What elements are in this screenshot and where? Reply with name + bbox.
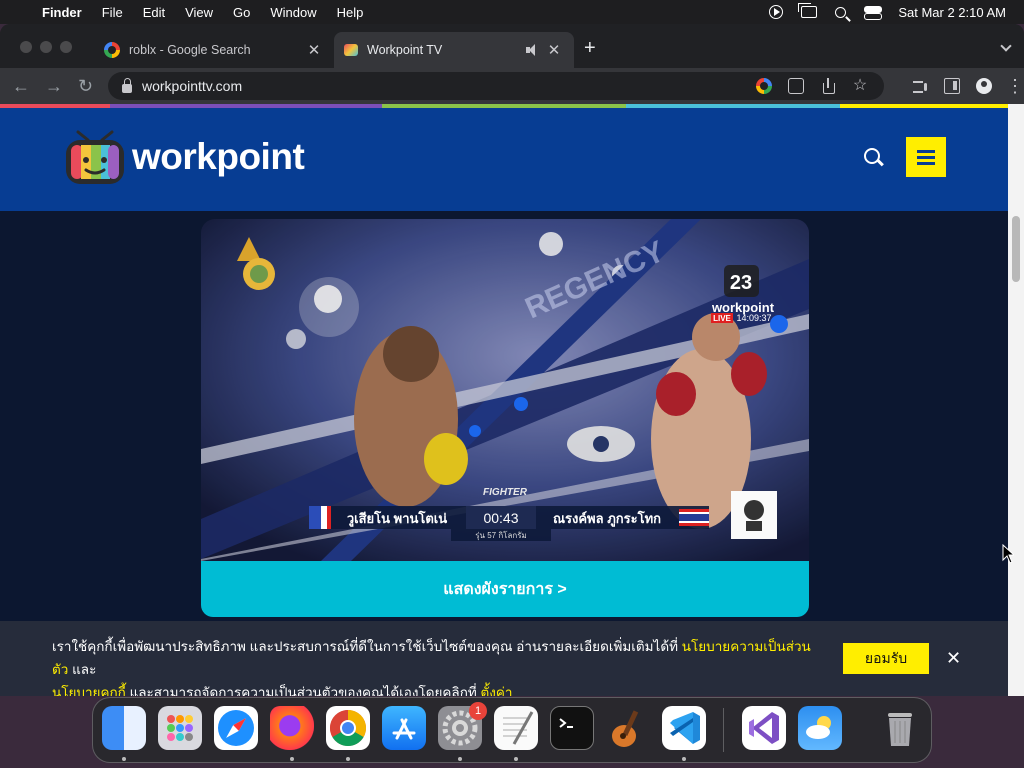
site-header: workpoint	[0, 108, 1008, 211]
browser-toolbar: ← → ↻ workpointtv.com ☆	[0, 68, 1024, 104]
running-indicator	[682, 757, 686, 761]
back-button[interactable]: ←	[12, 76, 30, 96]
channel-number: 23	[730, 272, 752, 294]
cookie-consent-banner: เราใช้คุกกี้เพื่อพัฒนาประสิทธิภาพ และประ…	[0, 621, 1008, 696]
hamburger-menu-button[interactable]	[906, 137, 946, 177]
cookie-text-part: เราใช้คุกกี้เพื่อพัฒนาประสิทธิภาพ และประ…	[52, 639, 682, 654]
firefox-icon[interactable]	[270, 706, 314, 750]
live-video-player[interactable]: REGENCY 23 workpoint LIVE 14:09:37 FIGHT…	[201, 219, 809, 561]
dock-separator	[723, 708, 724, 752]
menu-help[interactable]: Help	[327, 5, 374, 20]
bookmark-star-icon[interactable]: ☆	[852, 78, 868, 94]
fighter-left-name: วูเสียโน พานโตเน่	[347, 510, 447, 527]
cookie-settings-link[interactable]: ตั้งค่า	[481, 685, 513, 696]
live-label: LIVE	[713, 314, 731, 323]
search-icon[interactable]	[864, 148, 884, 168]
tab-search-chevron-icon[interactable]	[1000, 40, 1012, 52]
control-center-icon[interactable]	[864, 5, 883, 20]
tab-title: roblx - Google Search	[129, 43, 251, 57]
running-indicator	[514, 757, 518, 761]
vscode-icon[interactable]	[662, 706, 706, 750]
running-indicator	[290, 757, 294, 761]
running-indicator	[122, 757, 126, 761]
chrome-icon[interactable]	[326, 706, 370, 750]
macos-menu-bar: Finder File Edit View Go Window Help Sat…	[0, 0, 1024, 24]
safari-icon[interactable]	[214, 706, 258, 750]
launchpad-icon[interactable]	[158, 706, 202, 750]
tab-google-search[interactable]: roblx - Google Search ✕	[94, 32, 334, 68]
screen-mirroring-icon[interactable]	[798, 3, 818, 18]
fighter-right-name: ณรงค์พล ภูกระโทก	[553, 510, 661, 527]
media-control-icon[interactable]	[912, 78, 928, 94]
site-logo-text[interactable]: workpoint	[132, 136, 305, 178]
minimize-window-button[interactable]	[40, 41, 52, 53]
tab-close-icon[interactable]: ✕	[546, 41, 562, 59]
cookie-policy-link[interactable]: นโยบายคุกกี้	[52, 685, 126, 696]
video-frame[interactable]: REGENCY 23 workpoint LIVE 14:09:37 FIGHT…	[201, 219, 809, 561]
cookie-consent-text: เราใช้คุกกี้เพื่อพัฒนาประสิทธิภาพ และประ…	[52, 635, 812, 696]
cookie-text-part: และ	[68, 662, 97, 677]
live-time: 14:09:37	[736, 313, 771, 323]
menu-edit[interactable]: Edit	[133, 5, 175, 20]
hamburger-line	[917, 156, 935, 159]
weight-class: รุ่น 57 กิโลกรัม	[475, 530, 527, 540]
running-indicator	[346, 757, 350, 761]
running-indicator	[458, 757, 462, 761]
textedit-icon[interactable]	[494, 706, 538, 750]
garageband-icon[interactable]	[606, 706, 650, 750]
reload-button[interactable]: ↻	[78, 76, 93, 96]
trash-icon[interactable]	[878, 706, 922, 750]
visual-studio-icon[interactable]	[742, 706, 786, 750]
workpoint-logo-icon[interactable]	[64, 130, 126, 186]
hamburger-line	[917, 162, 935, 165]
menu-go[interactable]: Go	[223, 5, 260, 20]
show-schedule-button[interactable]: แสดงผังรายการ >	[201, 561, 809, 617]
notification-badge: 1	[469, 702, 487, 720]
zoom-window-button[interactable]	[60, 41, 72, 53]
mouse-cursor-icon	[1002, 544, 1014, 564]
web-page: workpoint REGENCY 23 workpoint LIVE 14:0…	[0, 108, 1008, 696]
finder-icon[interactable]	[102, 706, 146, 750]
menu-view[interactable]: View	[175, 5, 223, 20]
menu-file[interactable]: File	[92, 5, 133, 20]
workpoint-icon	[344, 44, 358, 56]
terminal-icon[interactable]	[550, 706, 594, 750]
event-logo-text: FIGHTER	[483, 487, 528, 498]
tab-title: Workpoint TV	[367, 43, 443, 57]
macos-dock: 1	[92, 697, 932, 763]
address-bar[interactable]: workpointtv.com ☆	[108, 72, 884, 100]
menu-app-name[interactable]: Finder	[36, 5, 92, 20]
play-circle-icon[interactable]	[769, 5, 784, 19]
lock-icon[interactable]	[122, 77, 132, 93]
tab-strip: roblx - Google Search ✕ Workpoint TV ✕ +	[0, 24, 1024, 68]
page-scrollbar[interactable]	[1008, 104, 1024, 696]
close-icon[interactable]: ✕	[946, 647, 961, 669]
chrome-window: roblx - Google Search ✕ Workpoint TV ✕ +…	[0, 24, 1024, 696]
google-lens-icon[interactable]	[756, 78, 772, 94]
app-store-icon[interactable]	[382, 706, 426, 750]
hamburger-line	[917, 150, 935, 153]
cookie-text-part: และสามารถจัดการความเป็นส่วนตัวของคุณได้เ…	[125, 685, 481, 696]
spotlight-search-icon[interactable]	[835, 6, 847, 18]
menu-window[interactable]: Window	[260, 5, 326, 20]
weather-icon[interactable]	[798, 706, 842, 750]
scrollbar-thumb[interactable]	[1012, 216, 1020, 282]
new-tab-button[interactable]: +	[584, 38, 596, 58]
share-icon[interactable]	[820, 78, 836, 94]
accept-cookies-button[interactable]: ยอมรับ	[843, 643, 929, 674]
forward-button[interactable]: →	[45, 76, 63, 96]
url-text[interactable]: workpointtv.com	[142, 78, 756, 94]
translate-icon[interactable]	[788, 78, 804, 94]
window-controls	[20, 41, 72, 53]
google-icon	[104, 42, 120, 58]
menu-bar-clock[interactable]: Sat Mar 2 2:10 AM	[898, 5, 1006, 20]
side-panel-icon[interactable]	[944, 78, 960, 94]
close-window-button[interactable]	[20, 41, 32, 53]
speaker-icon[interactable]	[526, 44, 540, 56]
tab-close-icon[interactable]: ✕	[306, 41, 322, 59]
menu-icon[interactable]	[1006, 78, 1024, 94]
profile-icon[interactable]	[976, 78, 992, 94]
fight-timer: 00:43	[483, 510, 518, 526]
tab-workpoint-tv[interactable]: Workpoint TV ✕	[334, 32, 574, 68]
